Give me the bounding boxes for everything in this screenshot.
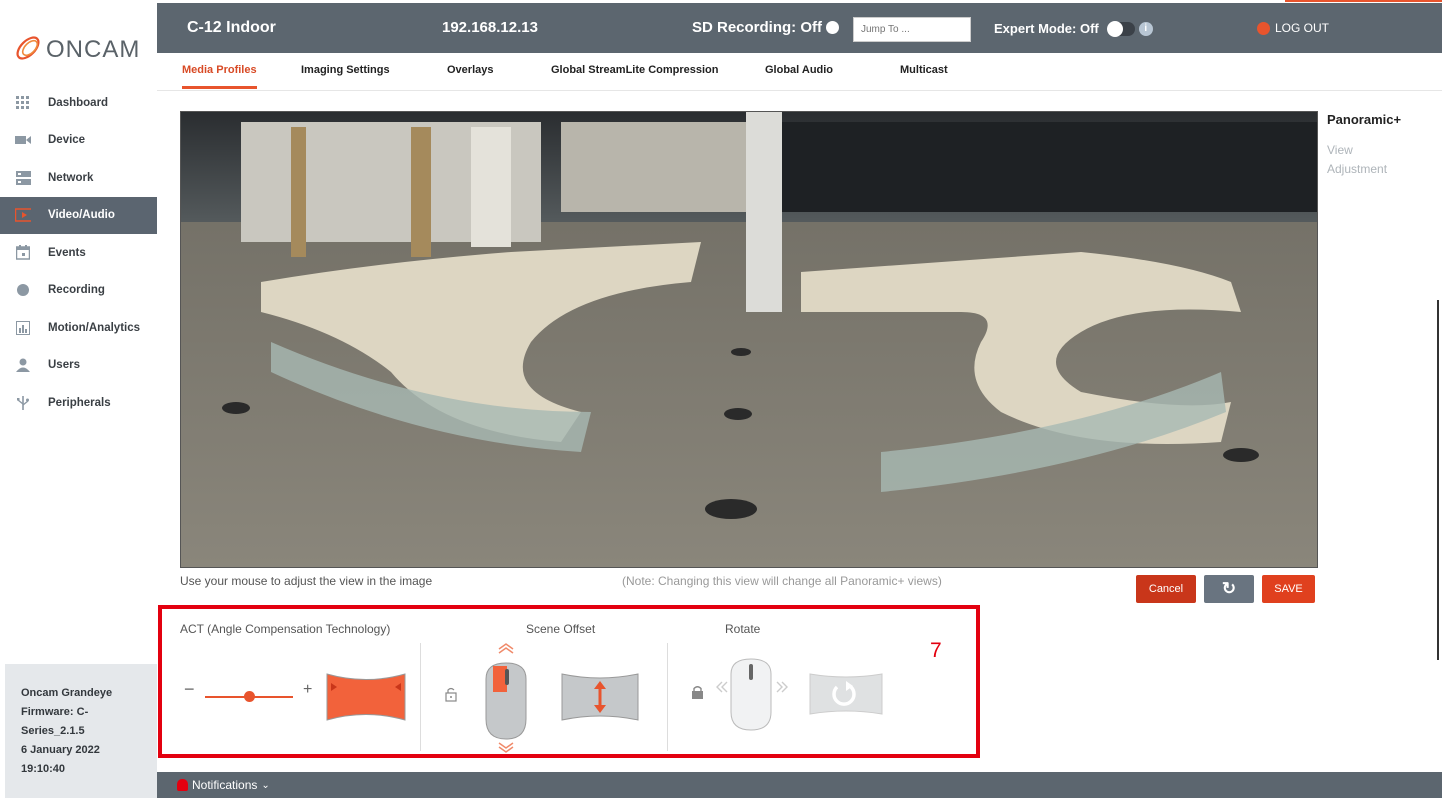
lock-closed-icon[interactable] [691, 685, 704, 700]
tab-global-audio[interactable]: Global Audio [765, 64, 833, 76]
scroll-edge [1437, 300, 1439, 660]
device-time: 19:10:40 [21, 763, 66, 775]
logo-text: ONCAM [46, 36, 141, 63]
sidebar-item-device[interactable]: Device [0, 122, 157, 160]
scene-offset-mouse-icon[interactable] [480, 639, 532, 754]
rotate-label: Rotate [725, 622, 761, 636]
act-preview-icon [326, 673, 406, 721]
sidebar-item-label: Recording [48, 284, 105, 297]
scene-offset-preview-icon [561, 673, 639, 721]
rotate-mouse-icon[interactable] [712, 654, 797, 732]
tab-overlays[interactable]: Overlays [447, 64, 493, 76]
device-info-panel: Oncam Grandeye Firmware: C- Series_2.1.5… [5, 664, 157, 798]
logout-button[interactable]: LOG OUT [1257, 21, 1329, 35]
view-change-note: (Note: Changing this view will change al… [622, 574, 942, 588]
sd-recording-label: SD Recording: Off [692, 19, 822, 36]
camera-view[interactable] [180, 111, 1318, 568]
sidebar-item-peripherals[interactable]: Peripherals [0, 384, 157, 422]
sidebar-item-users[interactable]: Users [0, 347, 157, 385]
chevron-down-icon: ⌄ [261, 779, 270, 791]
bell-icon [177, 779, 188, 791]
sidebar-item-dashboard[interactable]: Dashboard [0, 84, 157, 122]
refresh-button[interactable]: ↻ [1204, 575, 1254, 603]
mouse-hint: Use your mouse to adjust the view in the… [180, 574, 433, 588]
grid-icon [15, 95, 31, 111]
view-adjustment-line-2: Adjustment [1327, 162, 1388, 176]
firmware-line-1: Firmware: C- [21, 706, 89, 718]
divider [420, 643, 421, 751]
sd-recording-status[interactable]: SD Recording: Off [692, 19, 839, 36]
view-controls-box: ACT (Angle Compensation Technology) Scen… [158, 605, 980, 758]
logout-label: LOG OUT [1275, 21, 1330, 35]
device-date: 6 January 2022 [21, 744, 100, 756]
annotation-number: 7 [930, 639, 942, 662]
sidebar-item-motion-analytics[interactable]: Motion/Analytics [0, 309, 157, 347]
active-tab-indicator [182, 86, 257, 89]
sidebar: ONCAM Dashboard Device Network Video/Aud… [0, 0, 157, 798]
notifications-label: Notifications [192, 778, 258, 792]
top-accent-right [1285, 0, 1442, 2]
sidebar-item-events[interactable]: Events [0, 234, 157, 272]
top-header: C-12 Indoor 192.168.12.13 SD Recording: … [157, 3, 1442, 53]
network-icon [15, 170, 31, 186]
tab-global-streamlite[interactable]: Global StreamLite Compression [551, 64, 718, 76]
rotate-preview-icon [809, 673, 883, 715]
sidebar-item-label: Peripherals [48, 396, 111, 409]
record-icon [15, 282, 31, 298]
notifications-bar[interactable]: Notifications ⌄ [157, 772, 1442, 798]
power-icon [1257, 21, 1270, 35]
act-label: ACT (Angle Compensation Technology) [180, 622, 391, 636]
chart-icon [15, 320, 31, 336]
settings-tabs: Media Profiles Imaging Settings Overlays… [157, 53, 1442, 91]
sidebar-item-video-audio[interactable]: Video/Audio [0, 196, 157, 234]
device-ip: 192.168.12.13 [442, 19, 538, 36]
device-name: C-12 Indoor [187, 19, 276, 36]
sidebar-item-label: Device [48, 134, 86, 147]
expert-mode-label: Expert Mode: Off [994, 21, 1099, 36]
act-minus-button[interactable]: − [184, 679, 195, 700]
expert-mode-toggle[interactable] [1106, 20, 1135, 37]
camera-icon [15, 132, 31, 148]
device-model: Oncam Grandeye [21, 687, 113, 699]
sd-status-dot-icon [826, 21, 839, 34]
usb-icon [15, 395, 31, 411]
sidebar-item-label: Dashboard [48, 96, 109, 109]
panoramic-plus-title: Panoramic+ [1327, 112, 1402, 127]
scene-offset-label: Scene Offset [526, 622, 596, 636]
logo-swirl-icon [16, 36, 40, 60]
firmware-line-2: Series_2.1.5 [21, 725, 85, 737]
sidebar-item-recording[interactable]: Recording [0, 272, 157, 310]
info-icon[interactable]: i [1138, 21, 1153, 36]
sidebar-nav: Dashboard Device Network Video/Audio Eve… [0, 84, 157, 422]
sidebar-item-label: Network [48, 171, 94, 184]
cancel-button[interactable]: Cancel [1136, 575, 1196, 603]
save-button[interactable]: SAVE [1262, 575, 1315, 603]
oncam-logo[interactable]: ONCAM [10, 28, 150, 68]
tab-media-profiles[interactable]: Media Profiles [182, 64, 257, 76]
panoramic-office-image [181, 112, 1317, 567]
sidebar-item-label: Events [48, 246, 86, 259]
tab-imaging-settings[interactable]: Imaging Settings [301, 64, 390, 76]
user-icon [15, 357, 31, 373]
lock-open-icon[interactable] [445, 687, 457, 702]
divider [667, 643, 668, 751]
sidebar-item-label: Motion/Analytics [48, 321, 141, 334]
act-slider-thumb[interactable] [244, 691, 255, 702]
toggle-knob [1106, 20, 1123, 37]
act-plus-button[interactable]: + [303, 681, 312, 699]
expert-mode: Expert Mode: Off i [994, 20, 1153, 37]
jump-to-input[interactable] [853, 17, 971, 42]
sidebar-item-label: Video/Audio [48, 209, 115, 222]
view-adjustment-panel: Panoramic+ View Adjustment [1327, 112, 1437, 179]
calendar-icon [15, 245, 31, 261]
video-icon [15, 207, 31, 223]
view-adjustment-link[interactable]: View Adjustment [1327, 141, 1437, 179]
sidebar-item-label: Users [48, 359, 80, 372]
act-slider[interactable] [205, 691, 293, 702]
view-adjustment-line-1: View [1327, 143, 1353, 157]
tab-multicast[interactable]: Multicast [900, 64, 948, 76]
sidebar-item-network[interactable]: Network [0, 159, 157, 197]
